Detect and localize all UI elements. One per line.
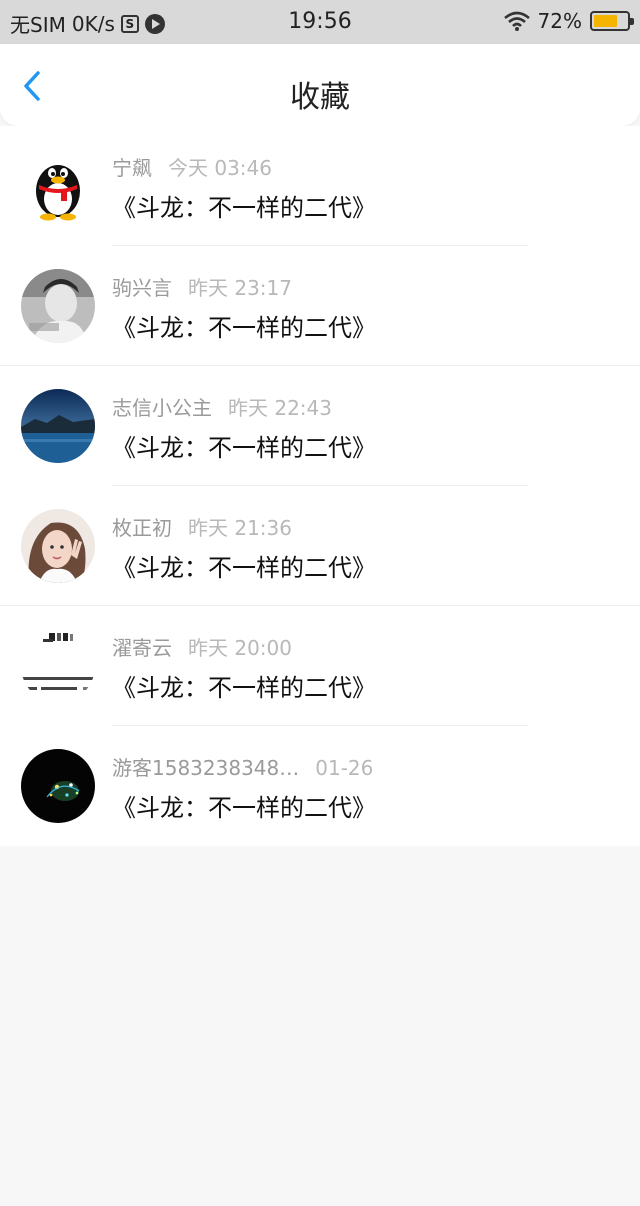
avatar[interactable] (21, 269, 95, 343)
battery-percent: 72% (537, 9, 582, 33)
timestamp: 昨天 22:43 (228, 396, 332, 420)
item-meta: 枚正初 昨天 21:36 (112, 512, 292, 541)
nav-bar: 收藏 (0, 44, 640, 126)
user-name: 濯寄云 (112, 636, 172, 660)
timestamp: 01-26 (315, 756, 374, 780)
avatar[interactable] (21, 749, 95, 823)
story-title[interactable]: 《斗龙：不一样的二代》 (112, 188, 376, 223)
timestamp: 昨天 23:17 (188, 276, 292, 300)
avatar[interactable] (21, 149, 95, 223)
story-title[interactable]: 《斗龙：不一样的二代》 (112, 788, 376, 823)
list-item[interactable]: 志信小公主 昨天 22:43 《斗龙：不一样的二代》 (0, 366, 640, 486)
avatar[interactable] (21, 389, 95, 463)
list-item[interactable]: 濯寄云 昨天 20:00 《斗龙：不一样的二代》 (0, 606, 640, 726)
story-title[interactable]: 《斗龙：不一样的二代》 (112, 548, 376, 583)
user-name: 游客1583238348… (112, 756, 300, 780)
item-meta: 宁飙 今天 03:46 (112, 152, 272, 181)
grayscale-portrait-icon (21, 269, 95, 343)
user-name: 志信小公主 (112, 396, 212, 420)
girl-selfie-icon (21, 509, 95, 583)
user-name: 枚正初 (112, 516, 172, 540)
page-title: 收藏 (290, 80, 350, 115)
status-right: 72% (503, 9, 634, 33)
qq-penguin-icon (21, 149, 95, 223)
night-lights-icon (21, 749, 95, 823)
item-meta: 志信小公主 昨天 22:43 (112, 392, 332, 421)
avatar[interactable] (21, 509, 95, 583)
list-item[interactable]: 游客1583238348… 01-26 《斗龙：不一样的二代》 (0, 726, 640, 846)
item-meta: 游客1583238348… 01-26 (112, 752, 373, 781)
story-title[interactable]: 《斗龙：不一样的二代》 (112, 308, 376, 343)
list-item[interactable]: 枚正初 昨天 21:36 《斗龙：不一样的二代》 (0, 486, 640, 606)
story-title[interactable]: 《斗龙：不一样的二代》 (112, 428, 376, 463)
timestamp: 昨天 20:00 (188, 636, 292, 660)
timestamp: 昨天 21:36 (188, 516, 292, 540)
status-bar: 无SIM 0K/s S 19:56 72% (0, 0, 640, 44)
timestamp: 今天 03:46 (168, 156, 272, 180)
battery-icon (590, 11, 634, 31)
favorites-list: 宁飙 今天 03:46 《斗龙：不一样的二代》 驹兴言 昨天 23:17 《斗龙：不… (0, 126, 640, 846)
battery-level (594, 15, 618, 27)
text-meme-icon (21, 629, 95, 703)
story-title[interactable]: 《斗龙：不一样的二代》 (112, 668, 376, 703)
user-name: 驹兴言 (112, 276, 172, 300)
user-name: 宁飙 (112, 156, 152, 180)
avatar[interactable] (21, 629, 95, 703)
list-item[interactable]: 宁飙 今天 03:46 《斗龙：不一样的二代》 (0, 126, 640, 246)
list-item[interactable]: 驹兴言 昨天 23:17 《斗龙：不一样的二代》 (0, 246, 640, 366)
item-meta: 濯寄云 昨天 20:00 (112, 632, 292, 661)
wifi-icon (503, 11, 530, 31)
lake-landscape-icon (21, 389, 95, 463)
item-meta: 驹兴言 昨天 23:17 (112, 272, 292, 301)
